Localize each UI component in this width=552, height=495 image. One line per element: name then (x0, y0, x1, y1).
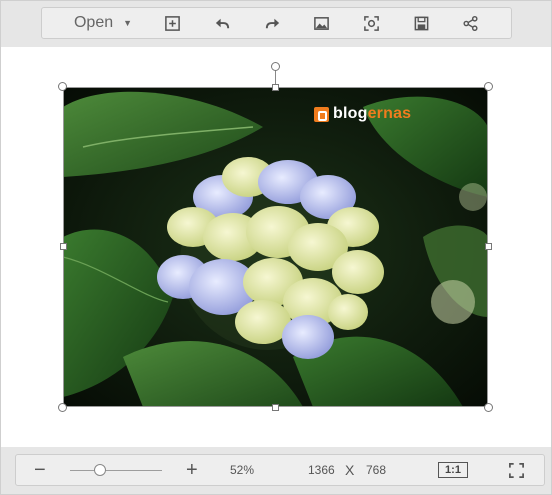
statusbar: − + 52% 1366 X 768 1:1 (15, 454, 545, 486)
image-height: 768 (366, 463, 387, 477)
resize-handle-top[interactable] (272, 84, 279, 91)
blogernas-logo-icon (314, 106, 329, 122)
open-button[interactable]: Open ▼ (66, 8, 140, 38)
actual-size-button[interactable]: 1:1 (438, 462, 468, 478)
zoom-slider-track[interactable] (70, 470, 162, 471)
bottom-bar: − + 52% 1366 X 768 1:1 (1, 447, 551, 494)
share-button[interactable] (458, 8, 482, 38)
resize-handle-bottom-left[interactable] (58, 403, 67, 412)
image-button[interactable] (309, 8, 333, 38)
top-bar: Open ▼ (1, 1, 551, 47)
fullscreen-icon (508, 462, 524, 478)
resize-handle-bottom[interactable] (272, 404, 279, 411)
open-label: Open (73, 14, 114, 31)
zoom-slider-thumb[interactable] (94, 464, 107, 476)
image-icon (313, 16, 329, 30)
screenshot-button[interactable] (359, 8, 383, 38)
screenshot-icon (363, 15, 379, 31)
blogernas-watermark: blogernas (314, 105, 411, 123)
caret-down-icon: ▼ (123, 18, 133, 28)
fullscreen-button[interactable] (506, 455, 526, 485)
hydrangea-photo[interactable] (63, 87, 488, 407)
add-image-button[interactable] (160, 8, 184, 38)
save-button[interactable] (409, 8, 433, 38)
zoom-out-button[interactable]: − (34, 455, 46, 485)
save-icon (414, 16, 428, 30)
undo-button[interactable] (210, 8, 234, 38)
editor-canvas[interactable]: blogernas (1, 47, 551, 447)
rotate-handle[interactable] (271, 62, 280, 71)
undo-icon (215, 18, 229, 28)
redo-icon (265, 18, 279, 28)
resize-handle-top-right[interactable] (484, 82, 493, 91)
dimension-separator: X (345, 462, 355, 478)
zoom-in-button[interactable]: + (186, 455, 198, 485)
add-image-icon (164, 15, 180, 31)
share-icon (462, 15, 478, 31)
zoom-percent: 52% (230, 463, 255, 477)
redo-button[interactable] (260, 8, 284, 38)
image-width: 1366 (308, 463, 335, 477)
resize-handle-top-left[interactable] (58, 82, 67, 91)
resize-handle-bottom-right[interactable] (484, 403, 493, 412)
watermark-text: blogernas (333, 105, 412, 122)
resize-handle-right[interactable] (485, 243, 492, 250)
toolbar: Open ▼ (41, 7, 512, 39)
resize-handle-left[interactable] (60, 243, 67, 250)
